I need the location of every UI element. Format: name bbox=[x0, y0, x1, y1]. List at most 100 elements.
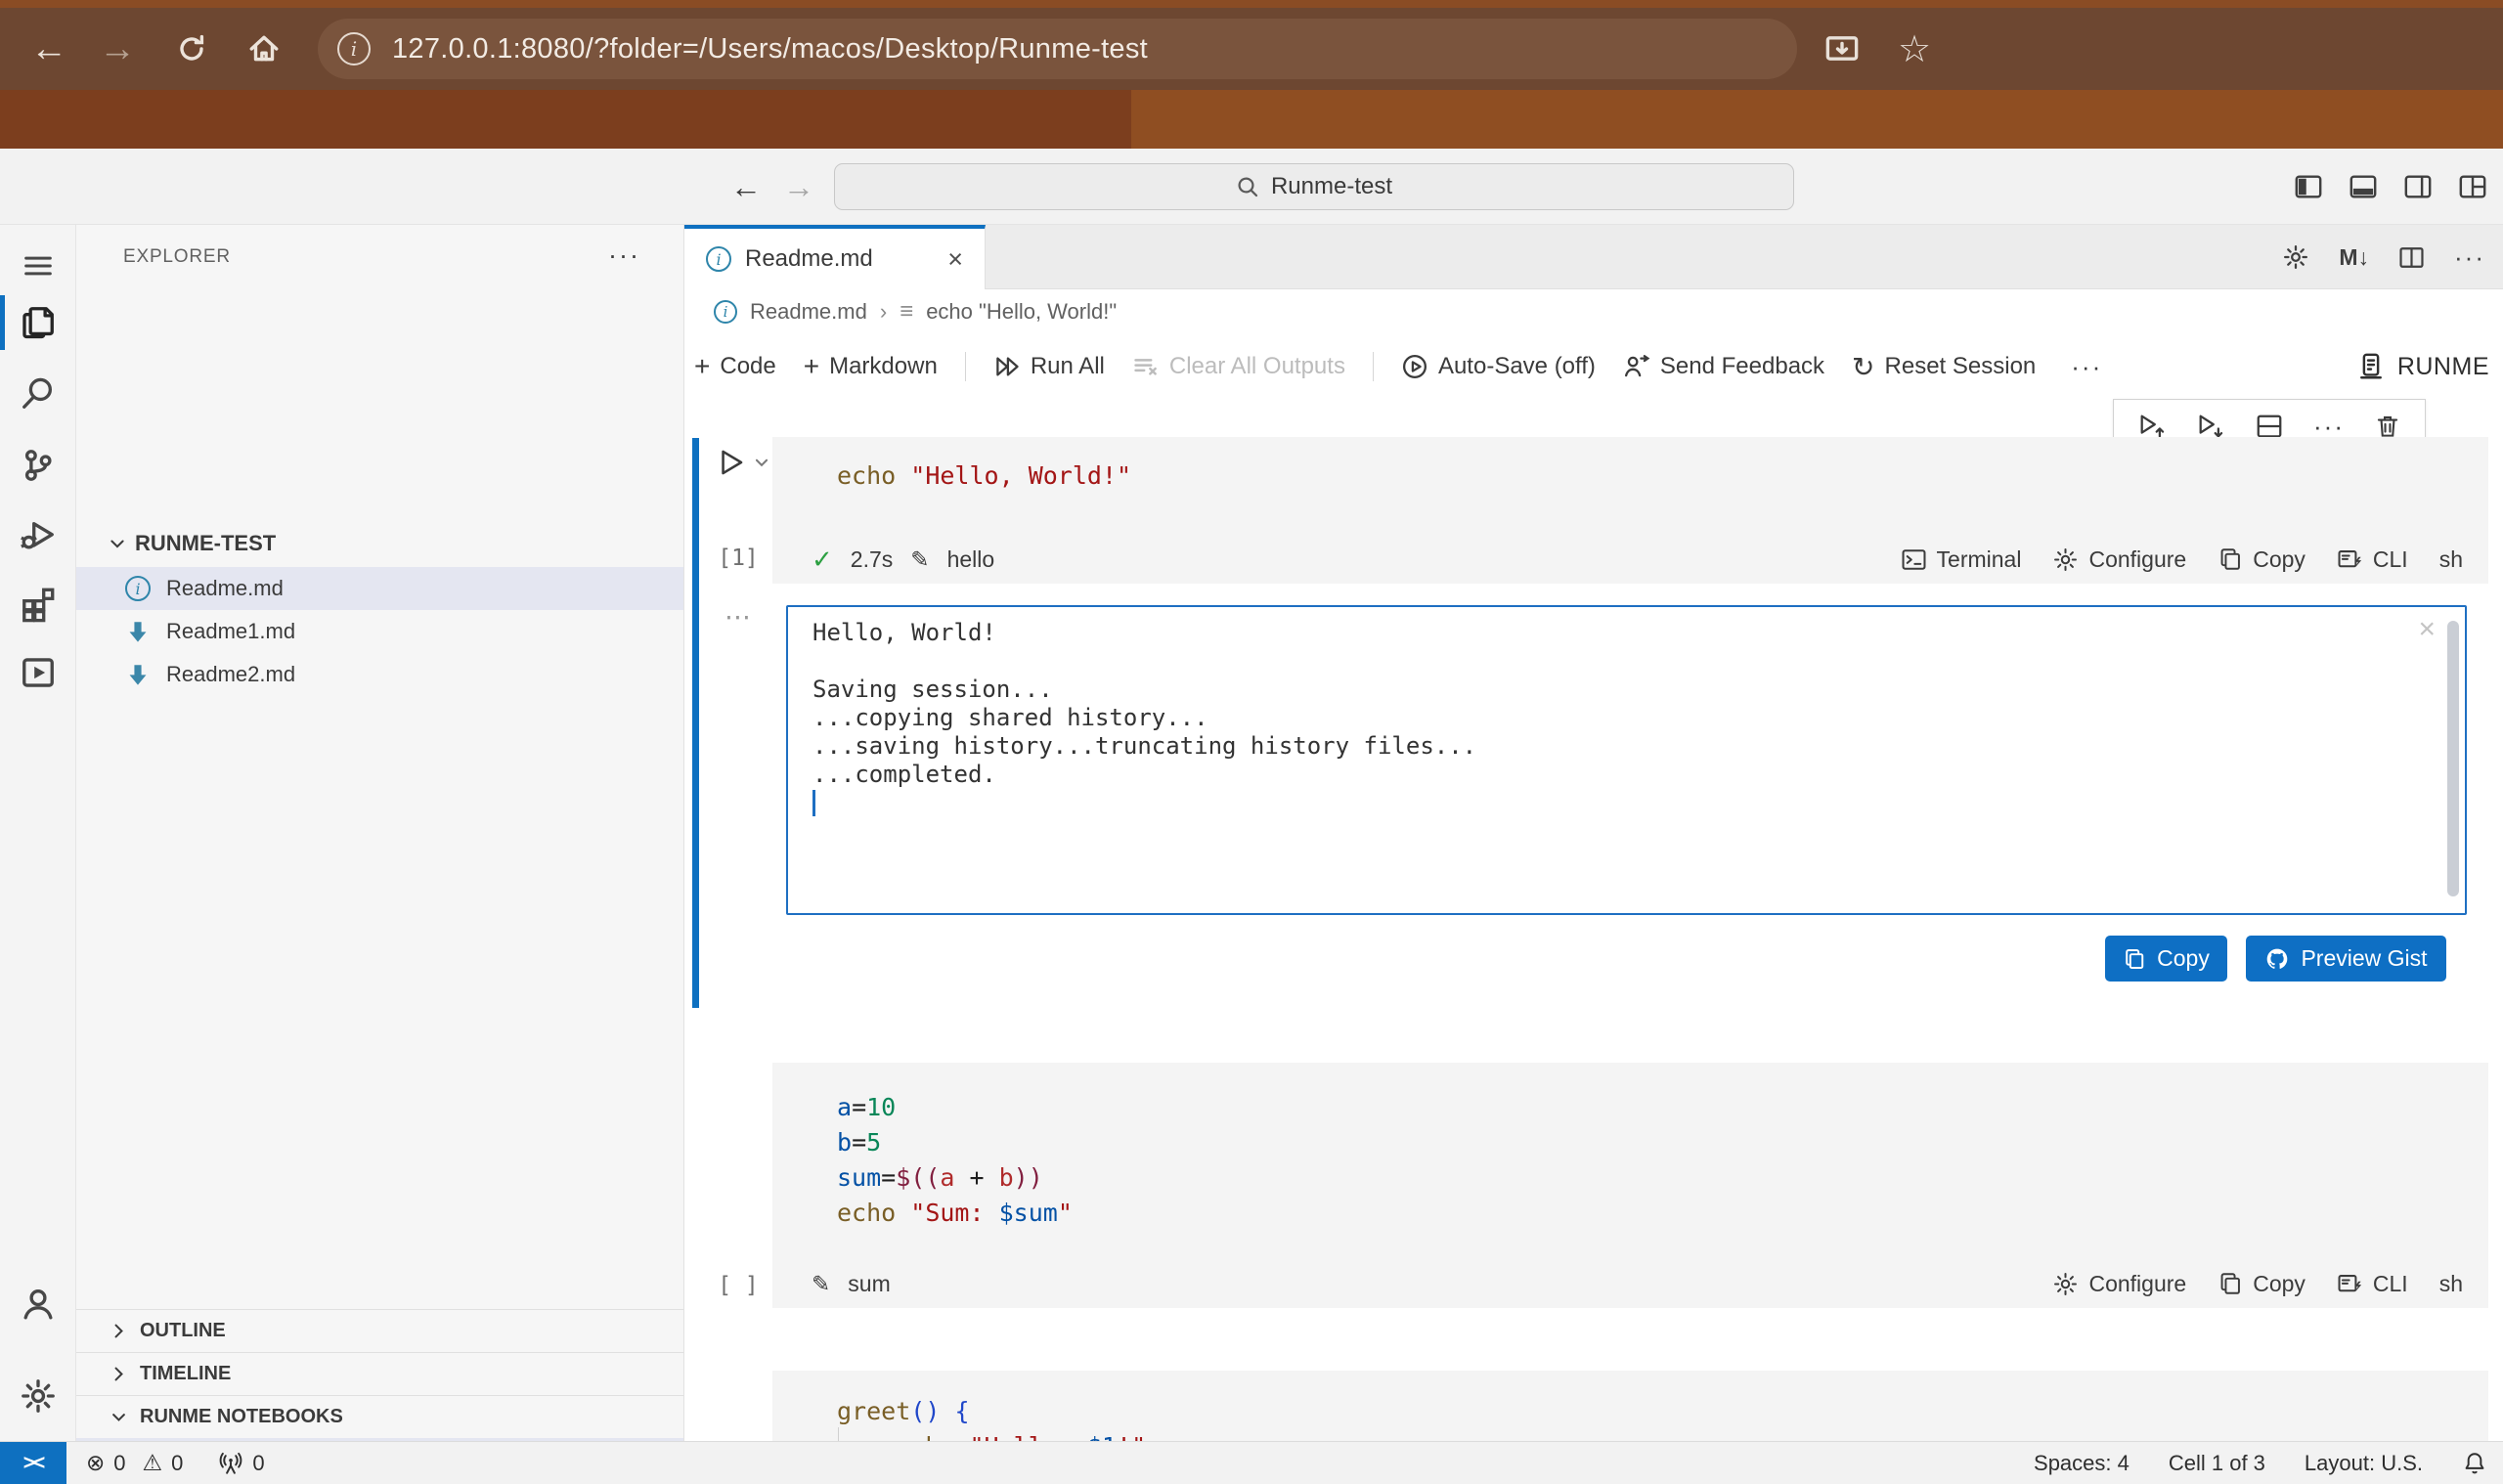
configure-action[interactable]: Configure bbox=[2052, 546, 2186, 573]
cast-button[interactable] bbox=[1811, 8, 1873, 90]
output-scrollbar[interactable] bbox=[2447, 621, 2459, 896]
tab-readme-md[interactable]: i Readme.md × bbox=[684, 225, 986, 289]
sidebar-item-explorer[interactable] bbox=[0, 291, 76, 354]
explorer-title: EXPLORER bbox=[123, 246, 231, 268]
pencil-icon: ✎ bbox=[812, 1271, 830, 1297]
cli-action[interactable]: CLI bbox=[2337, 546, 2408, 573]
section-outline[interactable]: OUTLINE bbox=[76, 1309, 683, 1352]
code-cell-3[interactable]: greet() { echo "Hello, $1!" bbox=[772, 1371, 2488, 1441]
add-markdown-cell-button[interactable]: + Markdown bbox=[804, 351, 938, 382]
run-cell-button[interactable] bbox=[714, 446, 770, 479]
delete-icon[interactable] bbox=[2374, 413, 2401, 440]
sidebar-item-extensions[interactable] bbox=[0, 573, 76, 635]
gear-icon bbox=[20, 1377, 57, 1415]
settings-button[interactable] bbox=[0, 1365, 76, 1427]
keyboard-layout-status[interactable]: Layout: U.S. bbox=[2305, 1451, 2423, 1476]
command-center-search[interactable]: Runme-test bbox=[834, 163, 1794, 210]
back-arrow-icon: ← bbox=[730, 169, 762, 205]
output-close-icon[interactable]: × bbox=[2418, 613, 2436, 646]
output-copy-button[interactable]: Copy bbox=[2105, 936, 2227, 982]
bell-icon[interactable] bbox=[2462, 1451, 2487, 1476]
section-timeline[interactable]: TIMELINE bbox=[76, 1352, 683, 1395]
gear-icon[interactable] bbox=[2282, 243, 2309, 271]
cell-language[interactable]: sh bbox=[2439, 1271, 2463, 1297]
browser-home-button[interactable] bbox=[237, 8, 291, 90]
chevron-down-icon bbox=[753, 454, 770, 471]
file-row-readme1[interactable]: Readme1.md bbox=[76, 610, 683, 653]
clear-all-outputs-button[interactable]: Clear All Outputs bbox=[1132, 353, 1345, 380]
autosave-toggle[interactable]: Auto-Save (off) bbox=[1401, 353, 1596, 380]
cell-name[interactable]: sum bbox=[848, 1271, 890, 1297]
cell-2-code[interactable]: a=10b=5sum=$((a + b))echo "Sum: $sum" bbox=[772, 1063, 2488, 1231]
warning-count: 0 bbox=[171, 1451, 183, 1476]
tab-close-icon[interactable]: × bbox=[947, 244, 963, 275]
radio-tower-icon bbox=[218, 1451, 243, 1476]
runme-icon bbox=[20, 654, 57, 691]
bookmark-star-button[interactable]: ☆ bbox=[1883, 8, 1946, 90]
editor-back-button[interactable]: ← bbox=[722, 149, 770, 225]
remote-indicator[interactable]: >< bbox=[0, 1442, 66, 1484]
breadcrumb-cell[interactable]: echo "Hello, World!" bbox=[926, 299, 1117, 325]
account-button[interactable] bbox=[0, 1273, 76, 1335]
toggle-panel-icon[interactable] bbox=[2349, 172, 2378, 201]
problems-indicator[interactable]: ⊗ 0 ⚠ 0 bbox=[86, 1450, 183, 1476]
cli-action[interactable]: CLI bbox=[2337, 1271, 2408, 1297]
section-runme-notebooks[interactable]: RUNME NOTEBOOKS bbox=[76, 1395, 683, 1438]
runme-notebook-file-icon: i bbox=[714, 300, 737, 324]
gear-icon bbox=[2052, 546, 2079, 573]
github-icon bbox=[2264, 946, 2290, 972]
cell-name[interactable]: hello bbox=[947, 546, 995, 573]
hamburger-menu-icon bbox=[21, 248, 56, 284]
breadcrumb: i Readme.md › ≡ echo "Hello, World!" bbox=[684, 289, 2503, 334]
explorer-more-actions[interactable]: ··· bbox=[608, 240, 640, 271]
explorer-sidebar: EXPLORER ··· RUNME-TEST i Readme.md Read… bbox=[76, 225, 684, 1441]
add-code-cell-button[interactable]: + Code bbox=[694, 351, 776, 382]
file-row-readme2[interactable]: Readme2.md bbox=[76, 653, 683, 696]
file-row-readme[interactable]: i Readme.md bbox=[76, 567, 683, 610]
editor-forward-button[interactable]: → bbox=[774, 149, 823, 225]
sidebar-item-source-control[interactable] bbox=[0, 434, 76, 497]
more-actions-icon[interactable]: ··· bbox=[2454, 242, 2485, 273]
output-gutter-icon[interactable]: ⋯ bbox=[714, 602, 763, 633]
reset-session-button[interactable]: ↻ Reset Session bbox=[1852, 351, 2036, 383]
breadcrumb-file[interactable]: Readme.md bbox=[750, 299, 867, 325]
terminal-action[interactable]: Terminal bbox=[1901, 546, 2022, 573]
run-all-button[interactable]: Run All bbox=[993, 353, 1105, 380]
sidebar-item-runme[interactable] bbox=[0, 641, 76, 704]
copy-action[interactable]: Copy bbox=[2218, 546, 2305, 573]
cell-1-output[interactable]: Hello, World! Saving session......copyin… bbox=[786, 605, 2467, 915]
cell-3-code[interactable]: greet() { echo "Hello, $1!" bbox=[772, 1371, 2488, 1441]
cli-icon bbox=[2337, 1271, 2363, 1297]
status-bar: >< ⊗ 0 ⚠ 0 0 Spaces: 4 Cell 1 of 3 Layou… bbox=[0, 1441, 2503, 1484]
preview-gist-button[interactable]: Preview Gist bbox=[2246, 936, 2446, 982]
code-cell-2[interactable]: a=10b=5sum=$((a + b))echo "Sum: $sum" ✎ … bbox=[772, 1063, 2488, 1308]
toolbar-more-actions[interactable]: ··· bbox=[2071, 352, 2102, 382]
debug-icon bbox=[20, 517, 57, 554]
code-cell-1[interactable]: echo "Hello, World!" ✓ 2.7s ✎ hello Term… bbox=[772, 437, 2488, 584]
split-editor-icon[interactable] bbox=[2398, 244, 2425, 271]
browser-reload-button[interactable] bbox=[164, 8, 219, 90]
indentation-status[interactable]: Spaces: 4 bbox=[2034, 1451, 2130, 1476]
cell-language[interactable]: sh bbox=[2439, 546, 2463, 573]
copy-action[interactable]: Copy bbox=[2218, 1271, 2305, 1297]
markdown-file-icon bbox=[125, 619, 151, 644]
configure-action[interactable]: Configure bbox=[2052, 1271, 2186, 1297]
search-icon bbox=[20, 374, 57, 412]
menu-button[interactable] bbox=[0, 235, 76, 297]
browser-address-bar[interactable]: i 127.0.0.1:8080/?folder=/Users/macos/De… bbox=[318, 19, 1797, 79]
cell-1-code[interactable]: echo "Hello, World!" bbox=[772, 437, 2488, 494]
send-feedback-button[interactable]: Send Feedback bbox=[1623, 353, 1824, 380]
toggle-sidebar-icon[interactable] bbox=[2294, 172, 2323, 201]
customize-layout-icon[interactable] bbox=[2458, 172, 2487, 201]
ports-indicator[interactable]: 0 bbox=[218, 1451, 264, 1476]
toggle-secondary-sidebar-icon[interactable] bbox=[2403, 172, 2433, 201]
cell-position-status[interactable]: Cell 1 of 3 bbox=[2169, 1451, 2265, 1476]
site-info-icon[interactable]: i bbox=[337, 32, 371, 65]
sidebar-item-run-debug[interactable] bbox=[0, 504, 76, 567]
browser-back-button[interactable]: ← bbox=[22, 8, 76, 90]
tree-root-runme-test[interactable]: RUNME-TEST bbox=[76, 524, 683, 563]
markdown-preview-icon[interactable]: M↓ bbox=[2339, 244, 2369, 271]
sidebar-item-search[interactable] bbox=[0, 362, 76, 424]
browser-forward-button[interactable]: → bbox=[90, 8, 145, 90]
extensions-icon bbox=[20, 586, 57, 623]
